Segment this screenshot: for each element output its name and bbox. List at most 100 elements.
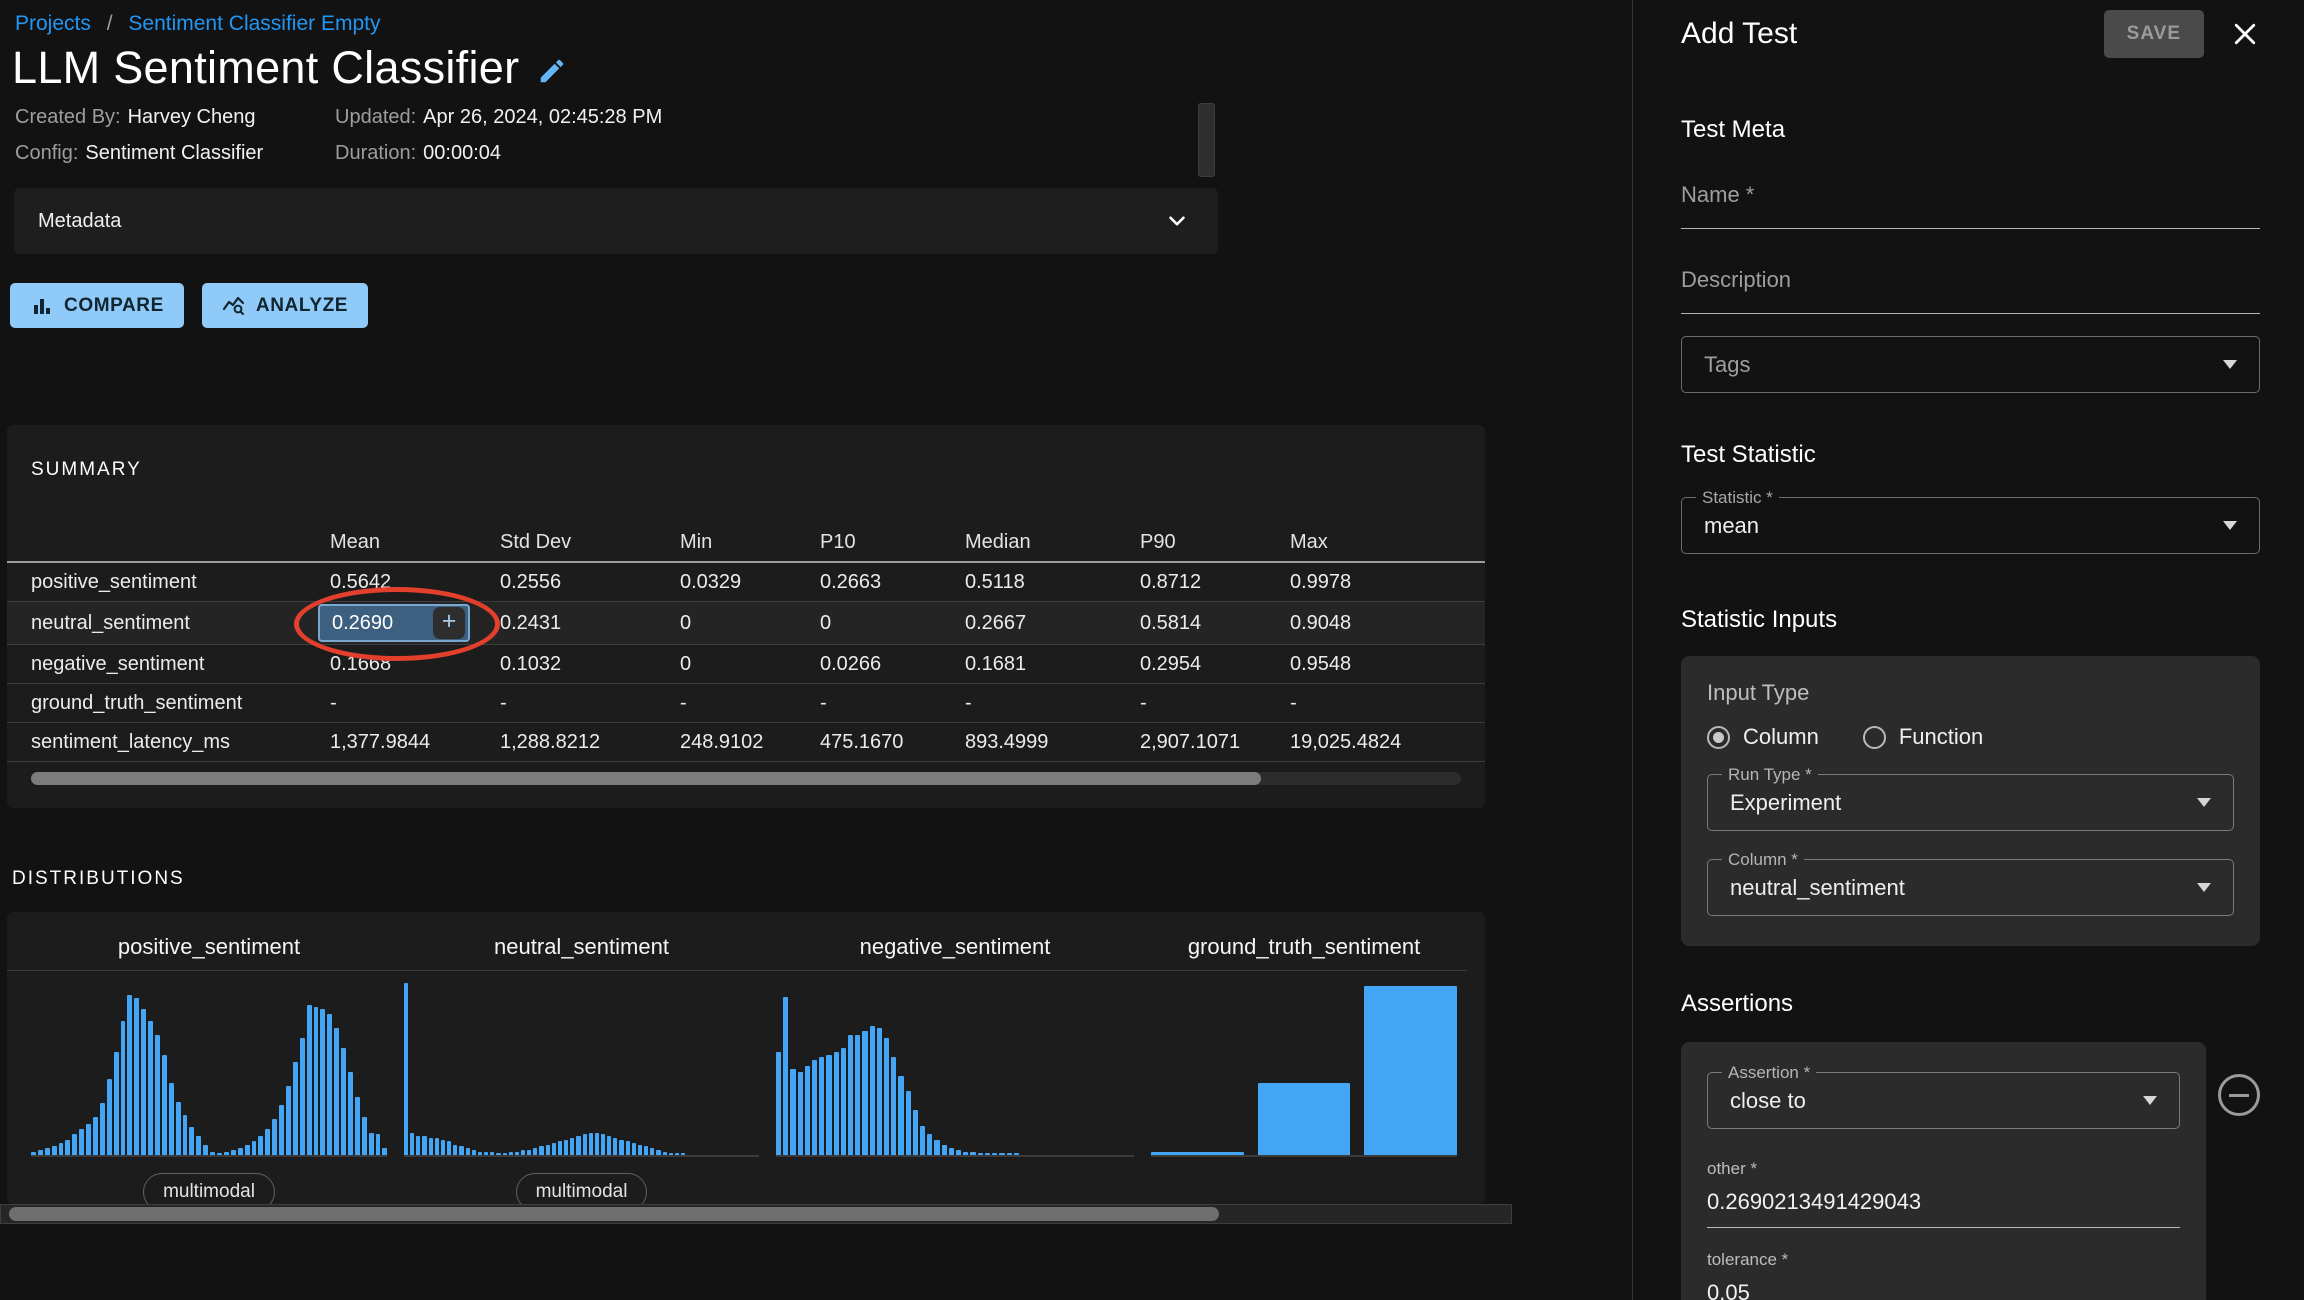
close-icon[interactable] (2230, 19, 2260, 49)
other-field-value[interactable]: 0.2690213491429043 (1707, 1189, 2180, 1228)
histogram-bar (376, 1134, 381, 1155)
table-horizontal-scrollbar[interactable] (31, 772, 1461, 785)
vertical-scrollbar[interactable] (1198, 103, 1215, 177)
histogram-bar (1007, 1153, 1012, 1155)
table-cell: 0.1681 (965, 653, 1140, 676)
query-stats-icon (222, 294, 246, 318)
histogram-bar (613, 1138, 617, 1155)
tolerance-field-label: tolerance * (1707, 1250, 2180, 1270)
histogram-bar (459, 1146, 463, 1155)
histogram-bar (429, 1138, 433, 1155)
selected-cell[interactable]: 0.2690+ (318, 604, 470, 642)
add-test-panel: Add Test SAVE Test Meta Name * Descripti… (1632, 0, 2304, 1300)
meta-duration: Duration:00:00:04 (335, 142, 662, 165)
histogram-bar (870, 1026, 875, 1155)
chevron-down-icon[interactable] (1164, 208, 1190, 234)
histogram-bar (348, 1072, 353, 1155)
histogram-bar (906, 1091, 911, 1155)
name-field[interactable]: Name * (1681, 182, 2260, 229)
histogram (1151, 985, 1457, 1157)
histogram-bar (45, 1148, 50, 1155)
compare-button[interactable]: COMPARE (10, 283, 184, 328)
column-header: Median (965, 531, 1140, 554)
histogram (31, 985, 387, 1157)
chart-title: neutral_sentiment (404, 928, 759, 970)
column-select-value: neutral_sentiment (1730, 875, 2197, 901)
statistic-select[interactable]: Statistic * mean (1681, 497, 2260, 554)
description-field-underline (1681, 313, 2260, 314)
add-assertion-plus-button[interactable]: + (433, 607, 465, 639)
column-header: P10 (820, 531, 965, 554)
histogram-bar (632, 1143, 636, 1155)
radio-column[interactable]: Column (1707, 724, 1819, 750)
tags-select[interactable]: Tags (1681, 336, 2260, 393)
histogram-bar (362, 1117, 367, 1155)
table-cell: 0 (680, 653, 820, 676)
column-select-label: Column * (1722, 850, 1804, 870)
edit-title-icon[interactable] (537, 56, 567, 86)
histogram-bar (819, 1057, 824, 1155)
histogram-bar (601, 1134, 605, 1155)
histogram-bar (992, 1153, 997, 1155)
remove-assertion-button[interactable] (2218, 1074, 2260, 1116)
histogram-bar (552, 1143, 556, 1155)
save-button[interactable]: SAVE (2104, 10, 2204, 58)
histogram-bar (527, 1150, 531, 1155)
histogram-bar (978, 1153, 983, 1155)
table-cell: 0.2663 (820, 571, 965, 594)
table-cell: 0.2556 (500, 571, 680, 594)
histogram-bar (238, 1148, 243, 1155)
distribution-charts: positive_sentimentneutral_sentimentnegat… (7, 912, 1485, 1221)
table-cell: 0 (680, 612, 820, 635)
radio-selected-icon[interactable] (1707, 726, 1730, 749)
histogram-bar (826, 1055, 831, 1155)
table-scrollbar-thumb[interactable] (31, 772, 1261, 785)
description-field-label: Description (1681, 267, 2260, 293)
description-field[interactable]: Description (1681, 267, 2260, 314)
histogram-bar (79, 1129, 84, 1155)
histogram-bar (52, 1146, 57, 1155)
histogram-bar (72, 1134, 77, 1155)
histogram-bar (245, 1145, 250, 1155)
table-row: negative_sentiment0.16680.103200.02660.1… (7, 645, 1485, 684)
metadata-accordion[interactable]: Metadata (14, 188, 1218, 254)
histogram-bar (521, 1150, 525, 1155)
histogram-bar (638, 1145, 642, 1155)
histogram-bar (93, 1117, 98, 1155)
histogram-bar (884, 1038, 889, 1155)
test-meta-heading: Test Meta (1681, 116, 2260, 144)
summary-table: MeanStd DevMinP10MedianP90Maxpositive_se… (7, 523, 1485, 785)
table-row: positive_sentiment0.56420.25560.03290.26… (7, 563, 1485, 602)
main-content: Projects / Sentiment Classifier Empty LL… (0, 0, 1632, 1300)
table-cell: 0.0329 (680, 571, 820, 594)
histogram-bar (841, 1048, 846, 1155)
histogram-bar (583, 1134, 587, 1155)
breadcrumb-projects-link[interactable]: Projects (15, 12, 91, 35)
breadcrumb-current-link[interactable]: Sentiment Classifier Empty (128, 12, 380, 35)
histogram (776, 985, 1134, 1157)
histogram-bar (114, 1052, 119, 1155)
radio-unselected-icon[interactable] (1863, 726, 1886, 749)
assertion-select[interactable]: Assertion * close to (1707, 1072, 2180, 1129)
histogram-bar (539, 1146, 543, 1155)
tolerance-field-value[interactable]: 0.05 (1707, 1280, 2180, 1300)
horizontal-scrollbar-thumb[interactable] (9, 1207, 1219, 1221)
radio-function[interactable]: Function (1863, 724, 1983, 750)
analyze-button[interactable]: ANALYZE (202, 283, 368, 328)
input-type-label: Input Type (1707, 680, 2234, 706)
horizontal-scrollbar[interactable] (0, 1204, 1512, 1224)
table-cell: 0.0266 (820, 653, 965, 676)
histogram-bar (286, 1086, 291, 1155)
histogram-bar (558, 1141, 562, 1155)
run-type-select[interactable]: Run Type * Experiment (1707, 774, 2234, 831)
histogram-bar (949, 1148, 954, 1155)
histogram-bar (134, 998, 139, 1155)
dropdown-caret-icon (2197, 883, 2211, 892)
column-select[interactable]: Column * neutral_sentiment (1707, 859, 2234, 916)
histogram-bar (307, 1005, 312, 1155)
histogram-bar (314, 1007, 319, 1155)
histogram-bar (626, 1141, 630, 1155)
compare-button-label: COMPARE (64, 295, 164, 317)
histogram-bar (196, 1136, 201, 1155)
summary-heading: SUMMARY (7, 425, 1485, 481)
